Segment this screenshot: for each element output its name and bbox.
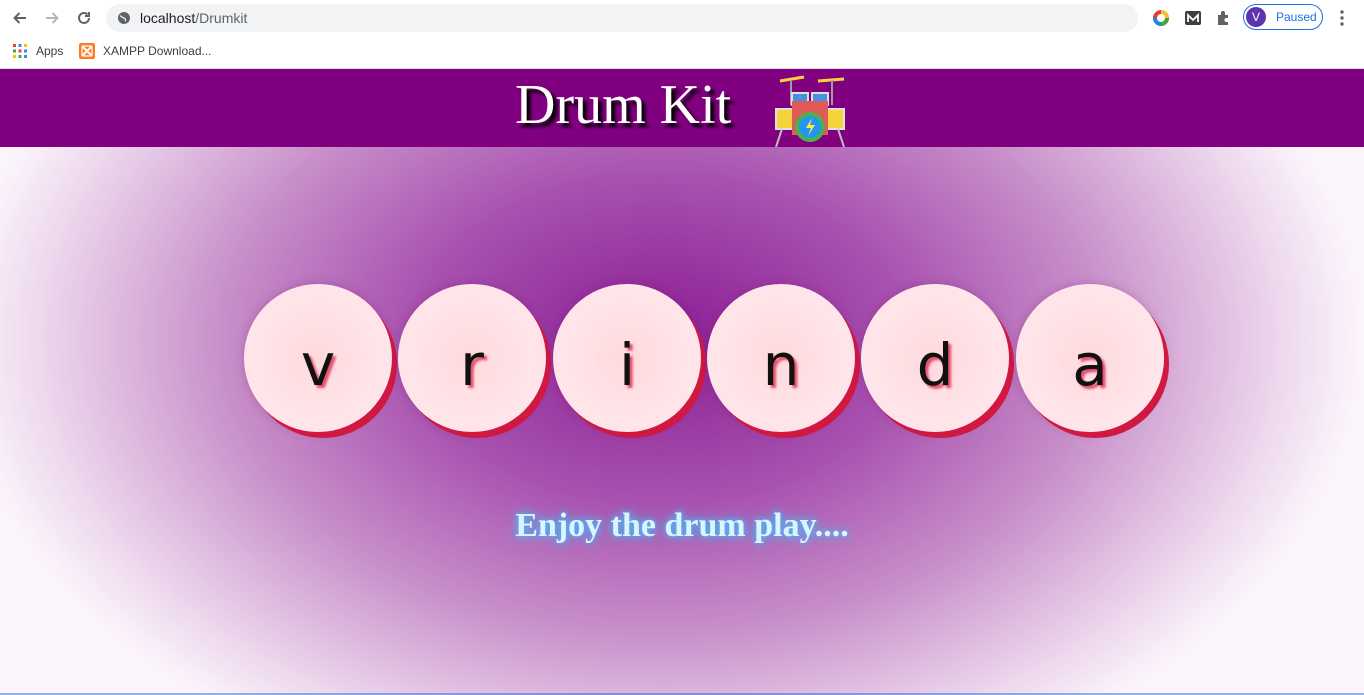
avatar: V xyxy=(1246,7,1266,27)
reload-icon xyxy=(78,11,90,24)
footer-message: Enjoy the drum play.... xyxy=(515,507,849,544)
profile-button[interactable]: V Paused xyxy=(1243,4,1323,30)
drum-button-a[interactable]: a xyxy=(1016,284,1164,432)
bookmark-apps-label: Apps xyxy=(36,44,64,58)
back-button[interactable] xyxy=(8,6,32,30)
puzzle-extensions-icon[interactable] xyxy=(1214,8,1234,28)
drum-key-label: v xyxy=(300,331,336,399)
globe-icon xyxy=(116,10,132,26)
drum-button-i[interactable]: i xyxy=(553,284,701,432)
drum-set-icon xyxy=(775,75,845,147)
drum-button-r[interactable]: r xyxy=(398,284,546,432)
drum-key-label: r xyxy=(460,331,484,399)
bookmark-xampp[interactable]: XAMPP Download... xyxy=(79,41,212,61)
url-host: localhost xyxy=(140,10,196,26)
reload-button[interactable] xyxy=(72,6,96,30)
bookmark-apps[interactable]: Apps xyxy=(12,41,63,61)
address-bar[interactable]: localhost/Drumkit xyxy=(106,4,1138,32)
drum-key-label: n xyxy=(762,331,800,399)
apps-grid-icon xyxy=(12,43,28,59)
page-title: Drum Kit xyxy=(515,74,732,136)
browser-toolbar: localhost/Drumkit V Paused xyxy=(0,0,1364,36)
drum-key-label: a xyxy=(1072,331,1108,399)
profile-status: Paused xyxy=(1276,10,1317,24)
kebab-menu-icon xyxy=(1340,10,1344,26)
drum-button-v[interactable]: v xyxy=(244,284,392,432)
bookmark-xampp-label: XAMPP Download... xyxy=(103,44,212,58)
mail-extension-icon[interactable] xyxy=(1183,8,1203,28)
browser-menu-button[interactable] xyxy=(1332,8,1352,28)
page-header: Drum Kit xyxy=(0,69,1364,147)
forward-arrow-icon xyxy=(46,12,59,24)
drumkit-page: Drum Kit v r i n d a Enjoy the drum play… xyxy=(0,69,1364,695)
drum-key-label: d xyxy=(916,331,954,399)
url-text: localhost/Drumkit xyxy=(140,10,247,26)
drum-key-label: i xyxy=(618,331,636,399)
bookmarks-bar: Apps XAMPP Download... xyxy=(0,36,1364,69)
xampp-icon xyxy=(79,43,95,59)
url-path: /Drumkit xyxy=(195,10,248,26)
drum-button-n[interactable]: n xyxy=(707,284,855,432)
color-extension-icon[interactable] xyxy=(1151,8,1171,28)
drum-button-d[interactable]: d xyxy=(861,284,1009,432)
back-arrow-icon xyxy=(13,12,26,24)
forward-button[interactable] xyxy=(40,6,64,30)
